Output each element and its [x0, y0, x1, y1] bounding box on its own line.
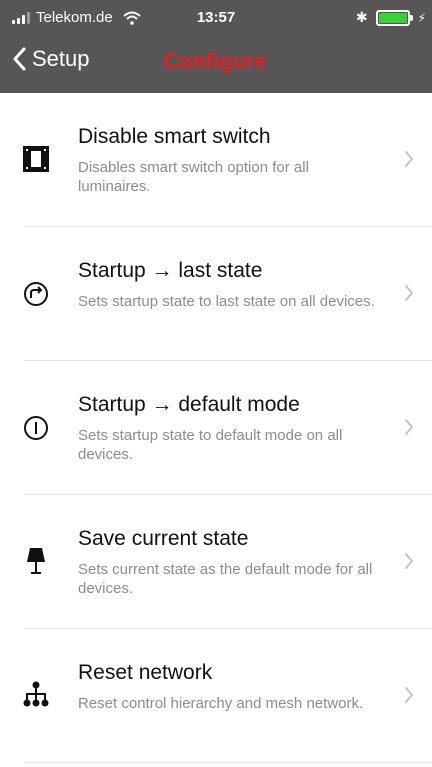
startup-last-state-icon: [22, 280, 50, 308]
item-description: Sets startup state to default mode on al…: [78, 427, 343, 463]
item-description: Reset control hierarchy and mesh network…: [78, 695, 364, 712]
chevron-right-icon: [405, 151, 413, 167]
item-title: Save current state: [78, 527, 249, 550]
status-bar: Telekom.de 13:57 ✱ ⚡: [0, 0, 432, 34]
power-icon: [22, 414, 50, 442]
header-bar: Telekom.de 13:57 ✱ ⚡ Setup Configure: [0, 0, 432, 93]
lamp-icon: [22, 547, 50, 575]
network-hierarchy-icon: [22, 680, 50, 708]
row-divider: [24, 762, 432, 763]
list-item-startup-default-mode[interactable]: Startup → default mode Sets startup stat…: [0, 361, 432, 495]
item-title: Startup → default mode: [78, 393, 300, 416]
item-description: Sets startup state to last state on all …: [78, 293, 375, 310]
list-item-reset-network[interactable]: Reset network Reset control hierarchy an…: [0, 629, 432, 763]
bluetooth-icon: ✱: [355, 9, 368, 25]
item-description: Sets current state as the default mode f…: [78, 561, 373, 597]
chevron-right-icon: [405, 687, 413, 703]
page-title: Configure: [163, 49, 267, 74]
nav-bar: Setup Configure: [0, 34, 432, 93]
back-label: Setup: [32, 46, 90, 71]
list-item-disable-smart-switch[interactable]: Disable smart switch Disables smart swit…: [0, 93, 432, 227]
list-item-startup-last-state[interactable]: Startup → last state Sets startup state …: [0, 227, 432, 361]
battery-icon: [375, 9, 413, 26]
item-title: Startup → last state: [78, 259, 263, 282]
configure-list: Disable smart switch Disables smart swit…: [0, 93, 432, 763]
list-item-save-current-state[interactable]: Save current state Sets current state as…: [0, 495, 432, 629]
item-title: Reset network: [78, 661, 213, 684]
item-title: Disable smart switch: [78, 125, 271, 148]
chevron-left-icon: [13, 47, 26, 71]
chevron-right-icon: [405, 553, 413, 569]
chevron-right-icon: [405, 285, 413, 301]
item-description: Disables smart switch option for all lum…: [78, 159, 309, 195]
back-button[interactable]: Setup: [12, 46, 90, 72]
charging-icon: ⚡: [417, 10, 426, 25]
smart-switch-icon: [22, 145, 50, 173]
chevron-right-icon: [405, 419, 413, 435]
status-right: ✱ ⚡: [356, 9, 426, 26]
